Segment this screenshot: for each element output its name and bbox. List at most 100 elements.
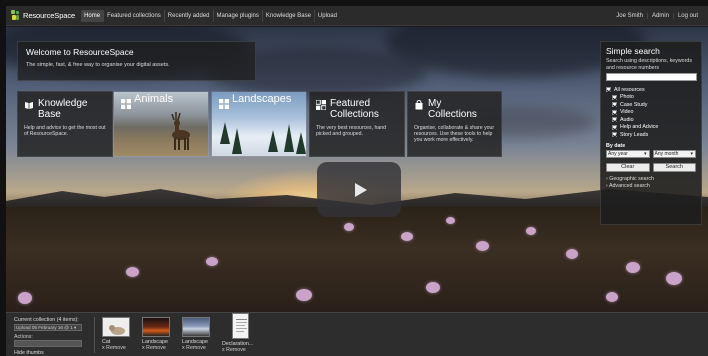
collection-bar: Current collection (4 items): Upload 05 … (6, 312, 708, 356)
tile-featured-collections[interactable]: Featured Collections The very best resou… (309, 91, 405, 157)
year-select[interactable]: Any year ▾ (606, 149, 650, 158)
checkbox-label: All resources (614, 86, 645, 93)
user-name-link[interactable]: Joe Smith (612, 12, 648, 19)
tile-title-line1: Featured (330, 98, 371, 109)
checkbox-label: Photo (620, 94, 634, 101)
play-icon (354, 182, 367, 197)
search-input[interactable] (606, 73, 697, 81)
logout-link[interactable]: Log out (674, 13, 702, 19)
tile-title-line2: Base (38, 109, 61, 120)
checkbox-audio[interactable]: Audio (606, 116, 696, 124)
book-icon (25, 102, 33, 109)
app-name: ResourceSpace (23, 11, 76, 20)
checkbox-help-and-advice[interactable]: Help and Advice (606, 124, 696, 132)
tile-title: Animals (134, 93, 174, 105)
collection-select[interactable]: Upload 05 February 16 @ 1 ▾ (14, 324, 82, 331)
welcome-subtitle: The simple, fast, & free way to organise… (26, 62, 170, 68)
checkbox-photo[interactable]: Photo (606, 94, 696, 102)
logo-icon (11, 10, 20, 21)
landscape-thumbnail[interactable] (142, 317, 170, 337)
collection-select-value: Upload 05 February 16 @ 1 (16, 325, 73, 330)
logo[interactable]: ResourceSpace (11, 10, 75, 21)
grid-icon (121, 99, 131, 109)
collection-item[interactable]: Cat x Remove (102, 317, 138, 352)
search-button[interactable]: Search (652, 162, 696, 172)
checkbox-label: Audio (620, 116, 634, 123)
shopping-bag-icon (415, 100, 423, 110)
app-window: ResourceSpace Home Featured collections … (6, 6, 708, 356)
tile-description: The very best resources, hand picked and… (316, 125, 387, 138)
tile-landscapes[interactable]: Landscapes (211, 91, 307, 157)
tile-description: Organise, collaborate & share your resou… (414, 125, 495, 144)
nav-recently-added[interactable]: Recently added (165, 9, 214, 22)
featured-grid-icon (316, 100, 326, 110)
tile-title: Landscapes (232, 93, 292, 105)
tile-animals[interactable]: Animals (113, 91, 209, 157)
top-bar: ResourceSpace Home Featured collections … (6, 6, 708, 26)
year-select-value: Any year (608, 150, 628, 157)
collection-item[interactable]: Declaration... x Remove (222, 313, 262, 354)
checkbox-icon[interactable] (612, 109, 617, 115)
video-play-button[interactable] (317, 162, 401, 217)
collection-item[interactable]: Landscape x Remove (142, 317, 178, 352)
month-select-value: Any month (654, 150, 679, 157)
checkbox-all-resources[interactable]: All resources (606, 86, 696, 94)
tile-title-line1: My (428, 98, 442, 109)
admin-link[interactable]: Admin (648, 12, 674, 19)
advanced-search-link[interactable]: › Advanced search (606, 183, 696, 191)
collection-item[interactable]: Landscape x Remove (182, 317, 218, 352)
remove-link[interactable]: x Remove (222, 347, 262, 354)
remove-link[interactable]: x Remove (102, 345, 138, 352)
chevron-down-icon: ▾ (690, 150, 693, 157)
welcome-title: Welcome to ResourceSpace (26, 47, 134, 57)
welcome-panel: Welcome to ResourceSpace The simple, fas… (17, 41, 256, 81)
tile-my-collections[interactable]: My Collections Organise, collaborate & s… (407, 91, 502, 157)
checkbox-icon[interactable] (612, 132, 617, 138)
checkbox-label: Video (620, 109, 634, 116)
search-description: Search using descriptions, keywords and … (606, 58, 692, 71)
actions-select[interactable] (14, 340, 82, 347)
tile-description: Help and advice to get the most out of R… (24, 125, 106, 138)
clear-button[interactable]: Clear (606, 162, 650, 172)
checkbox-label: Help and Advice (620, 124, 659, 131)
divider (94, 317, 95, 353)
hide-thumbs-link[interactable]: Hide thumbs (14, 350, 94, 356)
month-select[interactable]: Any month ▾ (652, 149, 696, 158)
checkbox-icon[interactable] (612, 94, 617, 100)
nav-knowledge-base[interactable]: Knowledge Base (263, 9, 315, 22)
tile-knowledge-base[interactable]: Knowledge Base Help and advice to get th… (17, 91, 113, 157)
checkbox-label: Case Study (620, 101, 648, 108)
chevron-down-icon: ▾ (643, 150, 647, 157)
document-thumbnail[interactable] (232, 313, 249, 339)
search-title: Simple search (606, 46, 660, 56)
hero-background: Welcome to ResourceSpace The simple, fas… (6, 27, 708, 312)
main-nav: Home Featured collections Recently added… (81, 9, 340, 22)
chevron-down-icon: ▾ (74, 325, 77, 330)
geographic-search-link[interactable]: › Geographic search (606, 176, 696, 184)
checkbox-story-leads[interactable]: Story Leads (606, 131, 696, 139)
checkbox-case-study[interactable]: Case Study (606, 101, 696, 109)
checkbox-label: Story Leads (620, 131, 649, 138)
tile-title-line2: Collections (428, 109, 477, 120)
nav-manage-plugins[interactable]: Manage plugins (214, 9, 263, 22)
landscape-thumbnail[interactable] (182, 317, 210, 337)
checkbox-icon[interactable] (612, 102, 617, 108)
deer-image (171, 112, 190, 150)
checkbox-video[interactable]: Video (606, 109, 696, 117)
tile-title-line2: Collections (330, 109, 379, 120)
nav-home[interactable]: Home (81, 9, 105, 22)
current-collection-label: Current collection (4 items): (14, 317, 79, 323)
checkbox-icon[interactable] (612, 117, 617, 123)
grid-icon (219, 99, 229, 109)
remove-link[interactable]: x Remove (182, 345, 218, 352)
nav-featured-collections[interactable]: Featured collections (104, 9, 165, 22)
checkbox-icon[interactable] (606, 87, 611, 93)
cat-thumbnail[interactable] (102, 317, 130, 337)
checkbox-icon[interactable] (612, 124, 617, 130)
remove-link[interactable]: x Remove (142, 345, 178, 352)
nav-upload[interactable]: Upload (315, 10, 340, 22)
tile-title-line1: Knowledge (38, 98, 88, 109)
simple-search-panel: Simple search Search using descriptions,… (600, 41, 702, 225)
by-date-label: By date (606, 142, 626, 149)
user-nav: Joe Smith Admin Log out (612, 12, 702, 19)
